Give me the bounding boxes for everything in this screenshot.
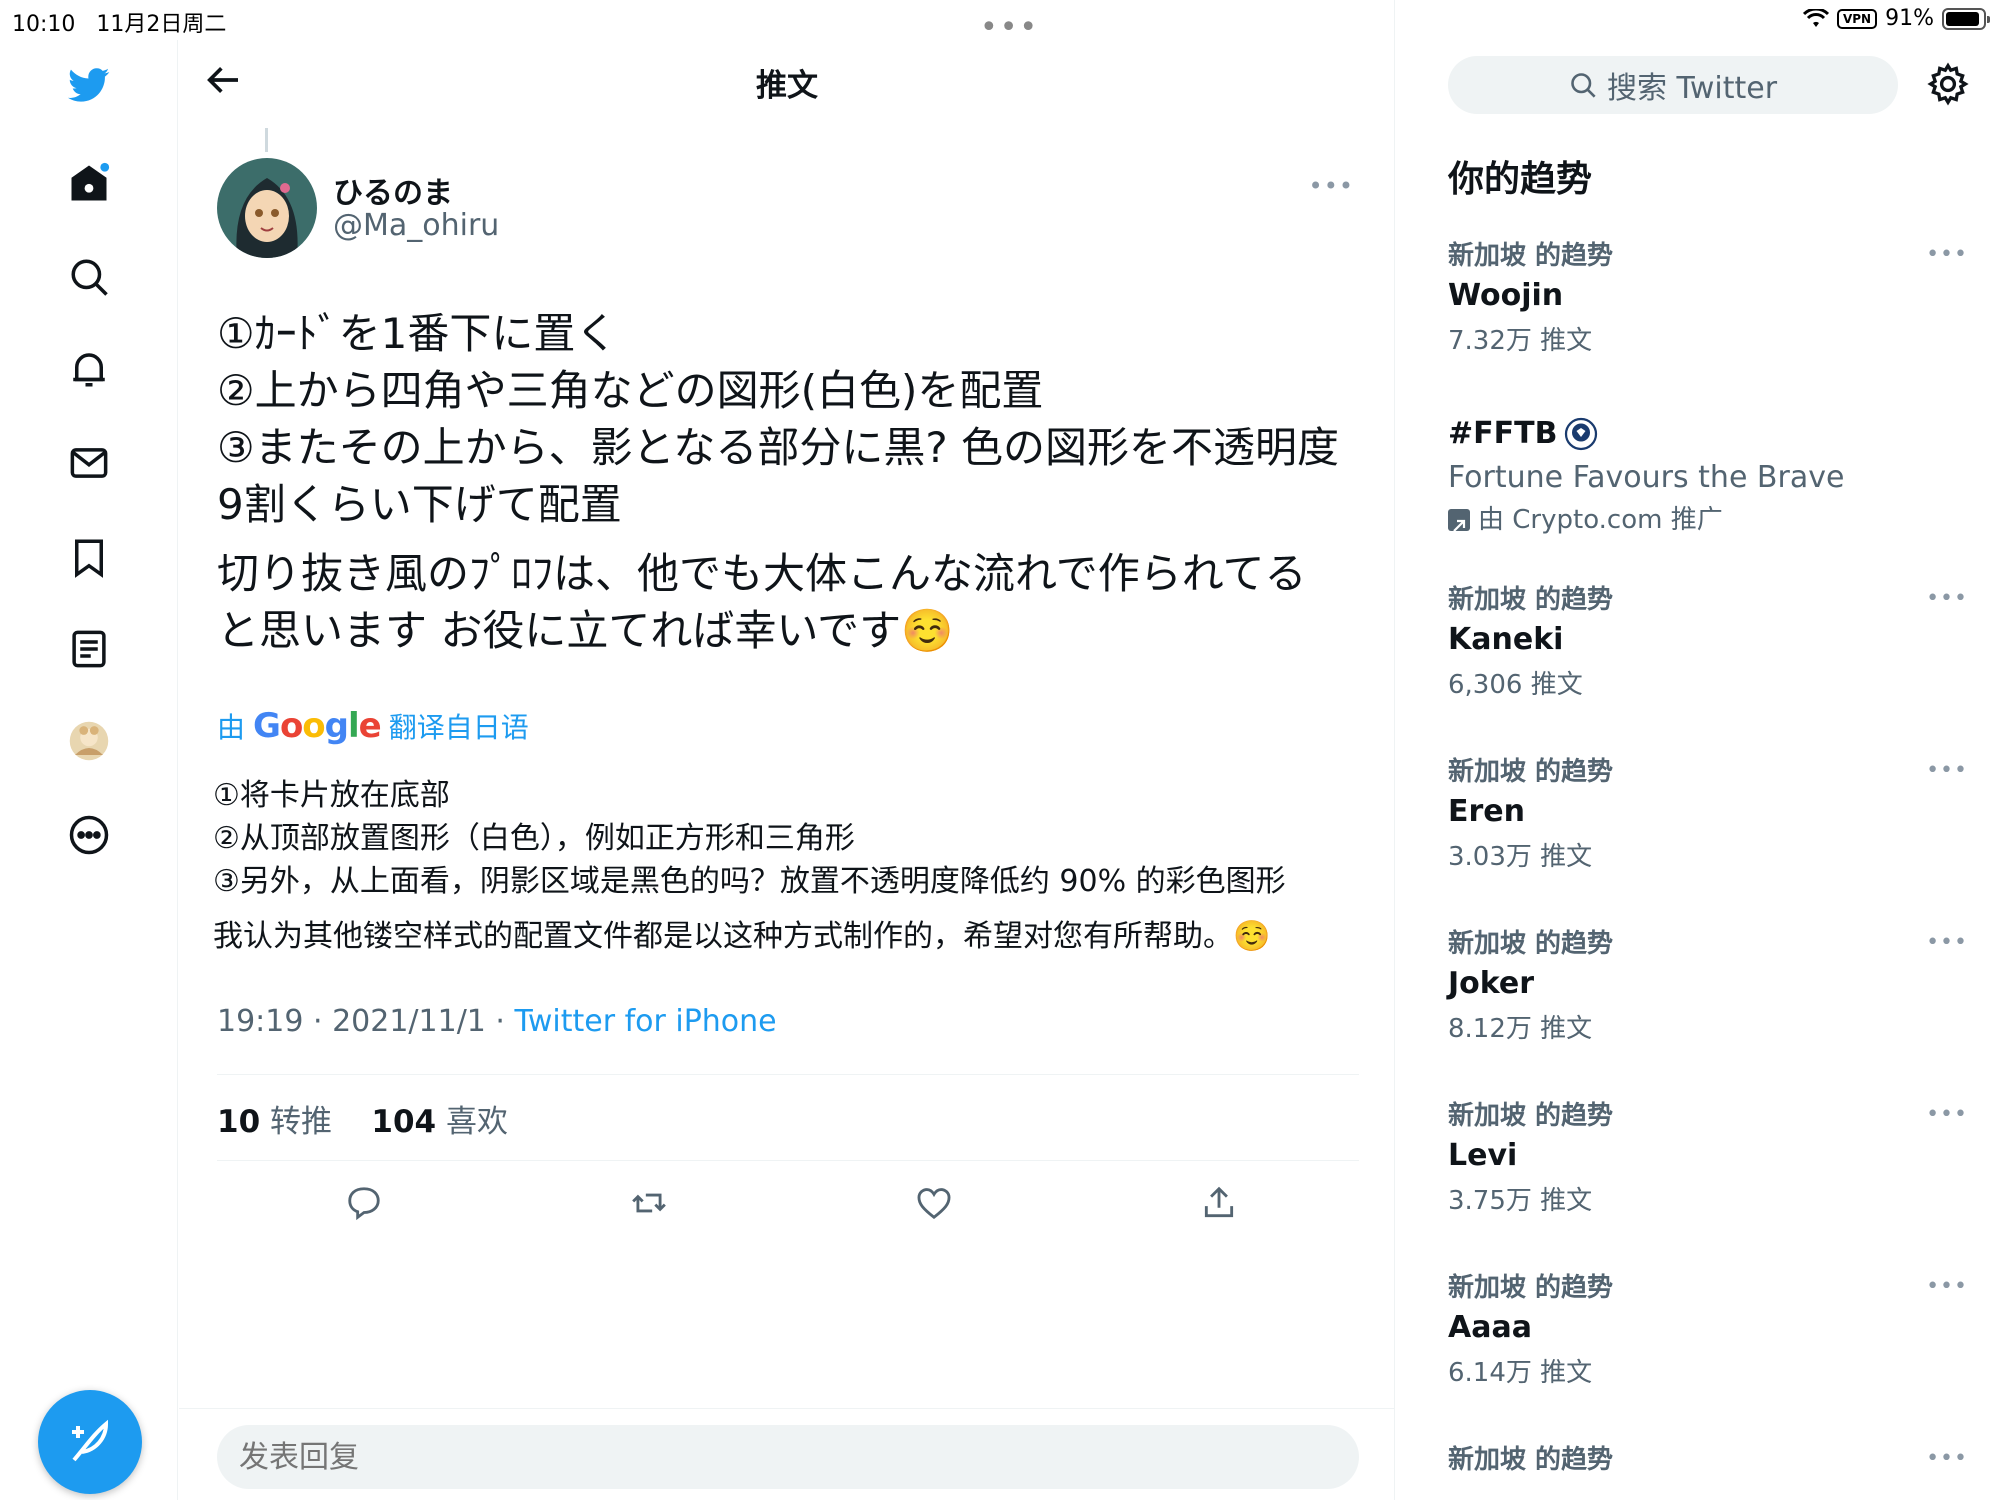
trend-context: 新加坡 的趋势 (1448, 1273, 1614, 1303)
promoted-description: Fortune Favours the Brave (1448, 460, 1845, 495)
trend-item[interactable]: 新加坡 的趋势 Levi 3.75万 推文 ••• (1448, 1098, 1968, 1224)
translated-text: ①将卡片放在底部 ②从顶部放置图形（白色），例如正方形和三角形 ③另外，从上面看… (213, 774, 1363, 958)
trend-more-icon[interactable]: ••• (1926, 930, 1968, 955)
trend-name: Eren (1448, 794, 1525, 829)
search-placeholder: 搜索 Twitter (1606, 71, 1778, 106)
translate-suffix: 翻译自日语 (388, 711, 529, 744)
trend-more-icon[interactable]: ••• (1926, 586, 1968, 611)
twitter-logo-icon[interactable] (64, 60, 114, 110)
retweet-label: 转推 (260, 1104, 332, 1140)
google-logo: Google (253, 706, 382, 746)
promoted-by: 由 Crypto.com 推广 (1478, 505, 1723, 535)
promoted-attribution: 由 Crypto.com 推广 (1448, 500, 1968, 540)
tweet-actions (217, 1178, 1359, 1234)
reply-icon[interactable] (339, 1178, 389, 1228)
tweet-source-link[interactable]: Twitter for iPhone (515, 1004, 777, 1039)
page-title: 推文 (756, 68, 818, 104)
divider (217, 1074, 1359, 1075)
tweet-body: ①ｶｰﾄﾞを1番下に置く ②上から四角や三角などの図形(白色)を配置 ③またその… (217, 305, 1347, 659)
search-icon (1571, 73, 1596, 98)
promoted-name: #FFTB (1448, 416, 1558, 451)
trend-item[interactable]: 新加坡 的趋势 Woojin 7.32万 推文 ••• (1448, 238, 1968, 364)
retweets-stat[interactable]: 10 转推 (217, 1104, 332, 1140)
search-icon[interactable] (64, 252, 114, 302)
trend-context: 新加坡 的趋势 (1448, 241, 1614, 271)
retweet-count: 10 (217, 1104, 261, 1140)
compose-feather-icon (72, 1419, 109, 1462)
bookmarks-icon[interactable] (64, 532, 114, 582)
clock: 10:10 (12, 12, 76, 37)
messages-mail-icon[interactable] (64, 438, 114, 488)
trend-item[interactable]: 新加坡 的趋势 Eren 3.03万 推文 ••• (1448, 754, 1968, 880)
translated-paragraph-1: ①将卡片放在底部 ②从顶部放置图形（白色），例如正方形和三角形 ③另外，从上面看… (213, 778, 1286, 899)
promoted-trend-row: #FFTB (1448, 412, 1968, 456)
settings-gear-icon[interactable] (1926, 62, 1972, 108)
trend-count: 3.03万 推文 (1448, 842, 1593, 872)
home-icon[interactable] (64, 158, 114, 208)
divider (217, 1160, 1359, 1161)
trend-item[interactable]: 新加坡 的趋势 Kaneki 6,306 推文 ••• (1448, 582, 1968, 708)
trends-title: 你的趋势 (1448, 159, 1593, 200)
promoted-arrow-icon (1448, 509, 1470, 532)
trend-context: 新加坡 的趋势 (1448, 929, 1614, 959)
translate-prefix: 由 (217, 711, 246, 744)
reply-bar (179, 1408, 1395, 1500)
trend-count: 3.75万 推文 (1448, 1186, 1593, 1216)
trend-name: Aaaa (1448, 1310, 1532, 1345)
notifications-bell-icon[interactable] (64, 344, 114, 394)
trend-more-icon[interactable]: ••• (1926, 1274, 1968, 1299)
share-icon[interactable] (1194, 1178, 1244, 1228)
trend-count: 8.12万 推文 (1448, 1014, 1593, 1044)
astronaut-emoji-icon (1565, 417, 1598, 451)
tweet-paragraph-1: ①ｶｰﾄﾞを1番下に置く ②上から四角や三角などの図形(白色)を配置 ③またその… (217, 309, 1340, 529)
author-handle[interactable]: @Ma_ohiru (333, 208, 499, 243)
trend-more-icon[interactable]: ••• (1926, 1102, 1968, 1127)
trend-context: 新加坡 的趋势 (1448, 1101, 1614, 1131)
thread-connector (265, 128, 268, 152)
retweet-icon[interactable] (624, 1178, 674, 1228)
trend-context: 新加坡 的趋势 (1448, 757, 1614, 787)
like-label: 喜欢 (436, 1104, 508, 1140)
profile-avatar-icon[interactable] (64, 716, 114, 766)
sidebar-nav (0, 40, 178, 1500)
tweet-detail-column: 推文 ひるのま @Ma_ohiru ••• ①ｶｰﾄﾞを1番下に置く ②上から四… (179, 0, 1395, 1500)
likes-stat[interactable]: 104 喜欢 (371, 1104, 508, 1140)
trend-name: Joker (1448, 966, 1535, 1001)
trend-more-icon[interactable]: ••• (1926, 242, 1968, 267)
trend-more-icon[interactable]: ••• (1926, 1446, 1968, 1471)
trend-item[interactable]: 新加坡 的趋势 ••• (1448, 1442, 1968, 1478)
translation-attribution[interactable]: 由 Google 翻译自日语 (217, 706, 529, 746)
lists-icon[interactable] (64, 624, 114, 674)
tweet-timestamp[interactable]: 19:19 · 2021/11/1 · (217, 1004, 515, 1039)
trend-more-icon[interactable]: ••• (1926, 758, 1968, 783)
reply-input[interactable] (217, 1425, 1359, 1489)
app-root: 10:10 11月2日周二 ••• VPN 91% 推文 ひるのま @Ma_oh… (0, 0, 2000, 1500)
author-name[interactable]: ひるのま (333, 168, 453, 212)
translated-paragraph-2: 我认为其他镂空样式的配置文件都是以这种方式制作的，希望对您有所帮助。☺️ (213, 919, 1271, 954)
trend-count: 7.32万 推文 (1448, 326, 1593, 356)
trend-count: 6,306 推文 (1448, 670, 1583, 700)
right-sidebar: 搜索 Twitter 你的趋势 新加坡 的趋势 Woojin 7.32万 推文 … (1396, 0, 2000, 1500)
tweet-meta: 19:19 · 2021/11/1 · Twitter for iPhone (217, 1004, 777, 1039)
like-count: 104 (371, 1104, 437, 1140)
more-options-icon[interactable] (64, 810, 114, 860)
trend-count: 6.14万 推文 (1448, 1358, 1593, 1388)
trend-item[interactable]: 新加坡 的趋势 Aaaa 6.14万 推文 ••• (1448, 1270, 1968, 1396)
tweet-stats: 10 转推 104 喜欢 (217, 1096, 508, 1141)
trend-name: Levi (1448, 1138, 1518, 1173)
author-avatar[interactable] (217, 158, 317, 258)
trend-name: Kaneki (1448, 622, 1564, 657)
trend-item[interactable]: 新加坡 的趋势 Joker 8.12万 推文 ••• (1448, 926, 1968, 1052)
search-box[interactable]: 搜索 Twitter (1448, 56, 1898, 114)
compose-tweet-button[interactable] (38, 1390, 142, 1494)
trend-context: 新加坡 的趋势 (1448, 585, 1614, 615)
tweet-more-icon[interactable]: ••• (1309, 172, 1354, 200)
promoted-trend[interactable]: #FFTB Fortune Favours the Brave 由 Crypto… (1448, 412, 1968, 540)
trend-context: 新加坡 的趋势 (1448, 1445, 1614, 1475)
trend-name: Woojin (1448, 278, 1564, 313)
tweet-paragraph-2: 切り抜き風のﾌﾟﾛﾌは、他でも大体こんな流れで作られてると思います お役に立てれ… (217, 549, 1307, 655)
like-heart-icon[interactable] (909, 1178, 959, 1228)
